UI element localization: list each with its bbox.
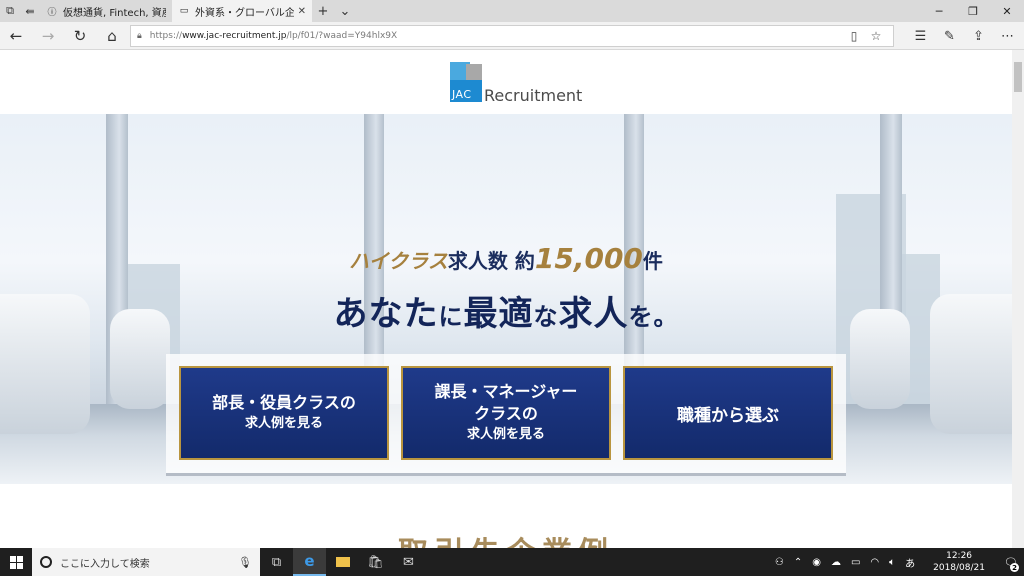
lock-icon: 🔒︎ <box>137 31 142 41</box>
notification-center[interactable]: 🗨︎ 2 <box>998 548 1024 576</box>
start-button[interactable] <box>0 548 32 576</box>
address-bar[interactable]: 🔒︎ https:// www.jac-recruitment.jp /lp/f… <box>130 25 894 47</box>
clock-date: 2018/08/21 <box>933 563 985 573</box>
back-icon[interactable]: ← <box>0 22 32 50</box>
tab-inactive[interactable]: ⓘ 仮想通貨, Fintech, 資産運用 <box>40 0 172 22</box>
scrollbar-thumb[interactable] <box>1014 62 1022 92</box>
store-icon: 🛍︎ <box>367 554 384 570</box>
app-tray-icon[interactable]: ◉ <box>807 557 826 568</box>
edge-app[interactable]: e <box>293 548 326 576</box>
job-category-panel: 部長・役員クラスの 求人例を見る 課長・マネージャー クラスの 求人例を見る 職… <box>166 354 846 476</box>
favorites-hub-icon[interactable]: ☰ <box>906 22 935 50</box>
task-view-icon[interactable]: ⧉ <box>260 548 293 576</box>
clock-time: 12:26 <box>946 551 973 561</box>
clock[interactable]: 12:26 2018/08/21 <box>920 550 998 574</box>
microphone-icon[interactable]: 🎙︎ <box>238 556 252 569</box>
window-controls: ─ ❐ ✕ <box>922 0 1024 22</box>
logo-text[interactable]: Recruitment <box>484 86 582 105</box>
folder-icon <box>335 557 350 567</box>
volume-icon[interactable]: 🔈︎ <box>884 557 900 568</box>
mail-app[interactable]: ✉ <box>392 548 425 576</box>
tab-title: 外資系・グローバル企業・ハ <box>195 7 294 19</box>
ime-indicator[interactable]: あ <box>900 555 920 570</box>
onedrive-icon[interactable]: ☁ <box>826 557 846 568</box>
info-icon: ⓘ <box>47 7 57 18</box>
close-window-icon[interactable]: ✕ <box>990 0 1024 22</box>
page-icon: ▭ <box>179 6 189 16</box>
executive-jobs-button[interactable]: 部長・役員クラスの 求人例を見る <box>179 366 389 460</box>
chevron-up-icon[interactable]: ⌃ <box>789 557 807 568</box>
browser-tools: ☰ ✎ ⇪ ⋯ <box>906 22 1022 50</box>
tab-title: 仮想通貨, Fintech, 資産運用 <box>63 7 166 19</box>
new-tab-icon[interactable]: + <box>312 0 334 22</box>
job-type-button[interactable]: 職種から選ぶ <box>623 366 833 460</box>
refresh-icon[interactable]: ↻ <box>64 22 96 50</box>
taskbar-search[interactable]: ここに入力して検索 🎙︎ <box>32 548 260 576</box>
browser-tab-bar: ⧉ ⇚ ⓘ 仮想通貨, Fintech, 資産運用 ▭ 外資系・グローバル企業・… <box>0 0 1024 22</box>
catch-headline-1: ハイクラス求人数 約15,000件 <box>349 242 663 275</box>
system-tray: ⚇ ⌃ ◉ ☁ ▭ ◠ 🔈︎ あ 12:26 2018/08/21 🗨︎ 2 <box>770 548 1024 576</box>
windows-taskbar: ここに入力して検索 🎙︎ ⧉ e 🛍︎ ✉ ⚇ ⌃ ◉ ☁ ▭ ◠ 🔈︎ あ 1… <box>0 548 1024 576</box>
url-scheme: https:// <box>149 31 183 41</box>
favorite-star-icon[interactable]: ☆ <box>865 28 887 44</box>
url-path: /lp/f01/?waad=Y94hlx9X <box>286 31 398 41</box>
minimize-icon[interactable]: ─ <box>922 0 956 22</box>
mail-icon: ✉ <box>403 554 414 570</box>
search-placeholder: ここに入力して検索 <box>60 558 150 570</box>
notification-count: 2 <box>1010 563 1019 572</box>
page-viewport: JAC Recruitment ハイクラス求人数 約15,000件 あなたに最適… <box>0 50 1012 548</box>
store-app[interactable]: 🛍︎ <box>359 548 392 576</box>
close-tab-icon[interactable]: ✕ <box>298 6 306 17</box>
manager-jobs-button[interactable]: 課長・マネージャー クラスの 求人例を見る <box>401 366 611 460</box>
battery-icon[interactable]: ▭ <box>846 557 865 568</box>
browser-nav-bar: ← → ↻ ⌂ 🔒︎ https:// www.jac-recruitment.… <box>0 22 1024 50</box>
logo-mark-text: JAC <box>452 88 472 101</box>
file-explorer-app[interactable] <box>326 548 359 576</box>
wifi-icon[interactable]: ◠ <box>865 557 884 568</box>
site-header: JAC Recruitment <box>0 50 1012 114</box>
chevron-down-icon[interactable]: ⌄ <box>334 0 356 22</box>
restore-icon[interactable]: ❐ <box>956 0 990 22</box>
url-host: www.jac-recruitment.jp <box>182 31 287 41</box>
pen-icon[interactable]: ✎ <box>935 22 964 50</box>
more-icon[interactable]: ⋯ <box>993 22 1022 50</box>
cortana-icon <box>40 556 52 568</box>
section-heading: 取引先企業例 <box>0 528 1012 548</box>
tab-preview-icon[interactable]: ⇚ <box>20 0 40 22</box>
home-icon[interactable]: ⌂ <box>96 22 128 50</box>
people-icon[interactable]: ⚇ <box>770 557 789 568</box>
page-scrollbar[interactable] <box>1012 50 1024 548</box>
edge-icon: e <box>304 552 315 570</box>
jac-logo-icon[interactable]: JAC <box>450 62 482 102</box>
forward-icon[interactable]: → <box>32 22 64 50</box>
hero-banner: ハイクラス求人数 約15,000件 あなたに最適な求人を。 部長・役員クラスの … <box>0 114 1012 484</box>
reading-view-icon[interactable]: ▯ <box>843 28 865 44</box>
tab-manager-icon[interactable]: ⧉ <box>0 0 20 22</box>
catch-headline-2: あなたに最適な求人を。 <box>333 294 679 334</box>
share-icon[interactable]: ⇪ <box>964 22 993 50</box>
windows-icon <box>9 555 23 569</box>
tab-active[interactable]: ▭ 外資系・グローバル企業・ハ ✕ <box>172 0 312 22</box>
